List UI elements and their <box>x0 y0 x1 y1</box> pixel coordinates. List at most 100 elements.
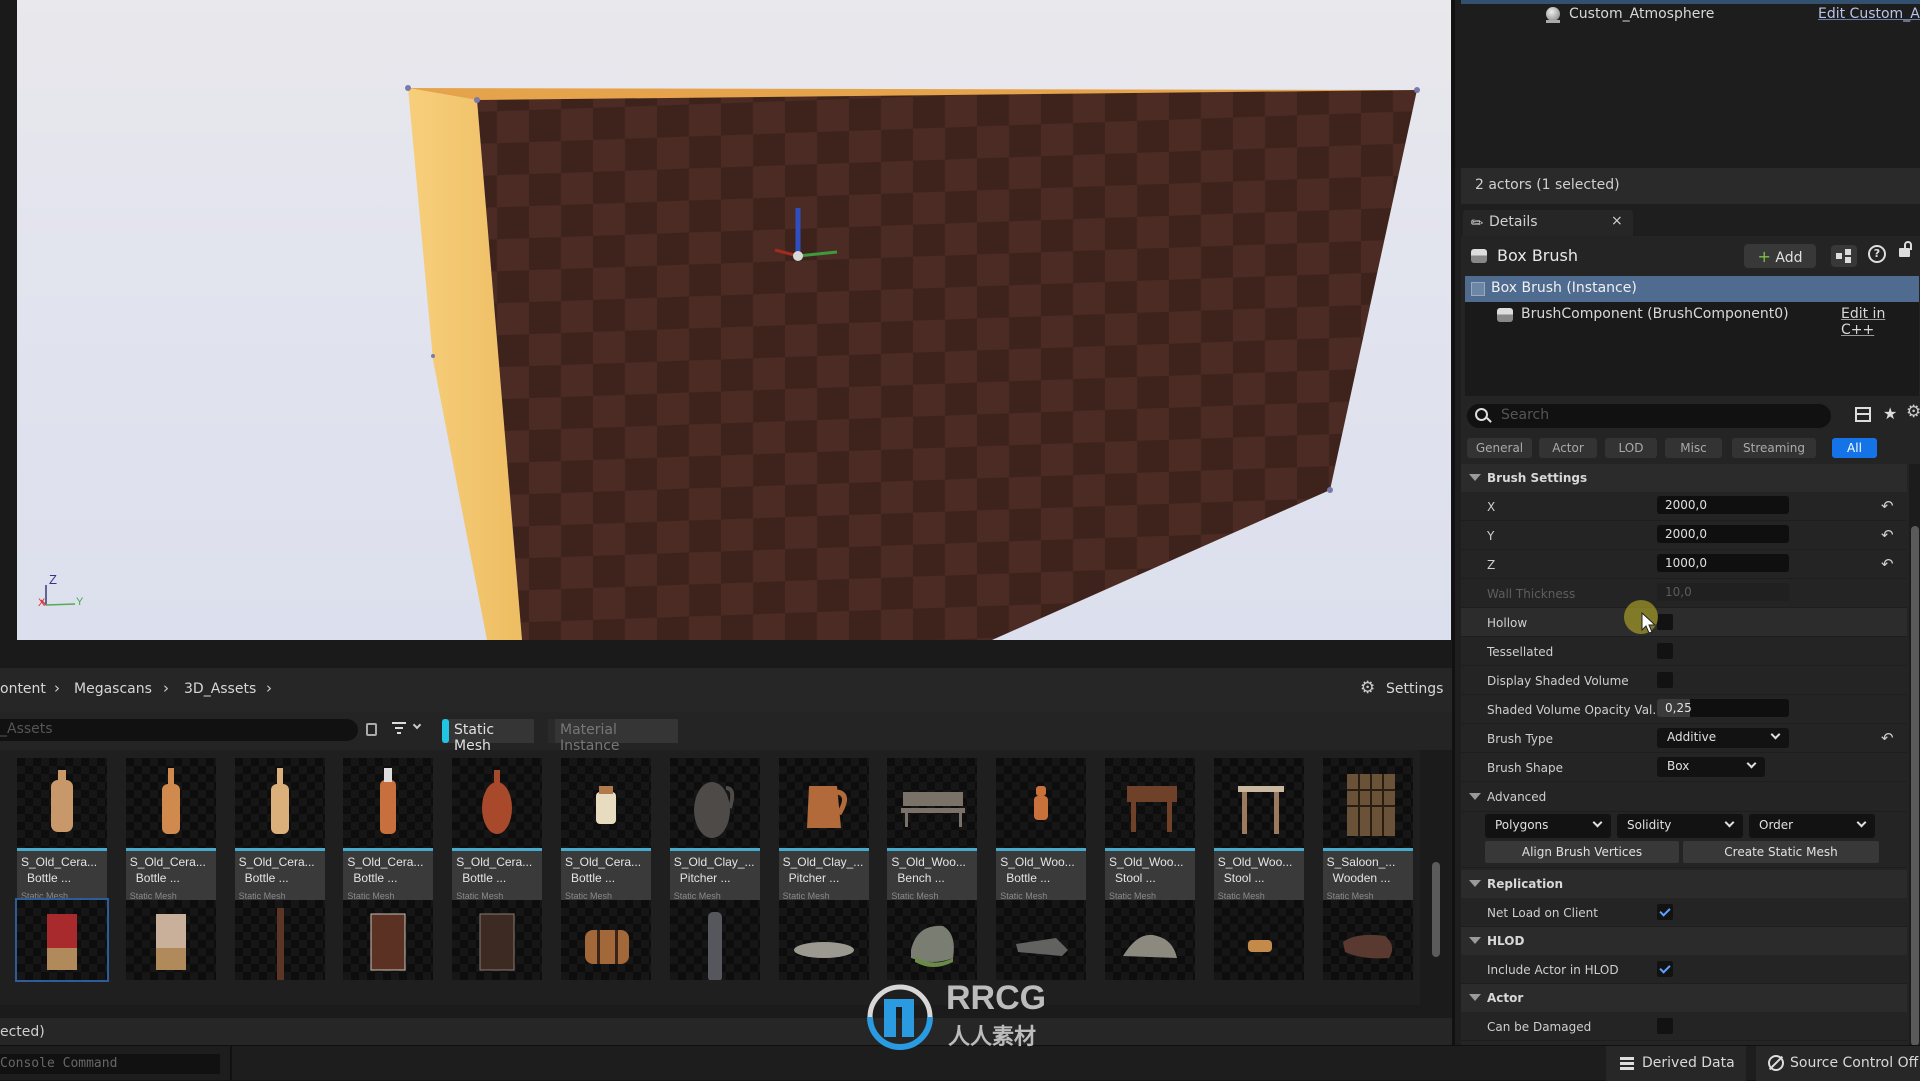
settings-gear-icon[interactable]: ⚙ <box>1906 402 1920 422</box>
filter-tab-misc[interactable]: Misc <box>1665 438 1722 458</box>
chevron-down-icon[interactable] <box>412 720 422 730</box>
vertex-handle[interactable] <box>474 97 480 103</box>
filter-icon[interactable] <box>392 722 406 724</box>
asset-tile[interactable] <box>1322 900 1413 980</box>
filter-tab-lod[interactable]: LOD <box>1605 438 1657 458</box>
asset-tile[interactable]: S_Old_Woo... Stool ... Static Mesh <box>1213 758 1304 910</box>
help-icon[interactable]: ? <box>1868 245 1886 263</box>
reset-to-default-icon[interactable]: ↶ <box>1881 497 1894 515</box>
edit-in-cpp-link[interactable]: Edit in C++ <box>1841 306 1919 338</box>
advanced-header[interactable]: Advanced <box>1461 782 1907 812</box>
vertex-handle[interactable] <box>1327 487 1333 493</box>
vertex-handle[interactable] <box>431 354 435 358</box>
asset-grid-scrollbar[interactable] <box>1432 862 1440 957</box>
save-search-icon[interactable] <box>366 723 377 736</box>
tree-row-component[interactable]: BrushComponent (BrushComponent0) Edit in… <box>1465 302 1919 338</box>
solidity-dropdown[interactable]: Solidity <box>1617 814 1743 838</box>
wall-front-face[interactable] <box>477 90 1417 640</box>
blueprint-button[interactable] <box>1831 245 1857 267</box>
category-hlod[interactable]: HLOD <box>1461 927 1907 955</box>
net-load-checkbox[interactable] <box>1657 904 1673 920</box>
tree-row-instance[interactable]: Box Brush (Instance) <box>1465 276 1919 302</box>
source-control-button[interactable]: Source Control Off <box>1756 1046 1920 1081</box>
settings-gear-icon[interactable]: ⚙ <box>1360 678 1375 698</box>
chevron-right-icon[interactable]: › <box>163 679 169 697</box>
asset-tile[interactable]: S_Old_Cera... Bottle ... Static Mesh <box>17 758 107 910</box>
reset-to-default-icon[interactable]: ↶ <box>1881 729 1894 747</box>
display-shaded-volume-checkbox[interactable] <box>1657 672 1673 688</box>
asset-tile[interactable] <box>15 898 109 982</box>
asset-tile[interactable] <box>452 900 543 980</box>
breadcrumb-item-content[interactable]: ontent <box>0 681 46 697</box>
asset-tile[interactable] <box>125 900 216 980</box>
x-input[interactable]: 2000,0 <box>1657 496 1789 514</box>
breadcrumb-item-3d-assets[interactable]: 3D_Assets <box>184 681 256 697</box>
filter-tab-actor[interactable]: Actor <box>1539 438 1597 458</box>
asset-tile[interactable]: S_Old_Woo... Bottle ... Static Mesh <box>996 758 1087 910</box>
category-replication[interactable]: Replication <box>1461 870 1907 898</box>
tessellated-checkbox[interactable] <box>1657 643 1673 659</box>
filter-chip-static-mesh[interactable]: Static Mesh <box>442 719 534 754</box>
details-scrollbar[interactable] <box>1911 526 1919 1046</box>
asset-search-input[interactable]: _Assets <box>0 719 358 741</box>
favorites-star-icon[interactable]: ★ <box>1883 404 1897 423</box>
category-brush-settings[interactable]: Brush Settings <box>1461 464 1907 492</box>
asset-tile[interactable]: S_Old_Cera... Bottle ... Static Mesh <box>125 758 216 910</box>
chevron-right-icon[interactable]: › <box>54 679 60 697</box>
settings-button[interactable]: Settings <box>1386 681 1443 697</box>
details-search-input[interactable]: Search <box>1467 404 1831 428</box>
asset-tile[interactable]: S_Old_Clay_... Pitcher ... Static Mesh <box>669 758 760 910</box>
z-input[interactable]: 1000,0 <box>1657 554 1789 572</box>
filter-tab-streaming[interactable]: Streaming <box>1732 438 1816 458</box>
asset-tile[interactable] <box>234 900 325 980</box>
asset-tile[interactable]: S_Old_Woo... Stool ... Static Mesh <box>1105 758 1195 910</box>
filter-tab-all[interactable]: All <box>1832 438 1877 458</box>
derived-data-button[interactable]: Derived Data <box>1606 1046 1746 1081</box>
asset-tile[interactable] <box>996 900 1087 980</box>
asset-tile[interactable] <box>343 900 434 980</box>
polygons-dropdown[interactable]: Polygons <box>1485 814 1611 838</box>
y-input[interactable]: 2000,0 <box>1657 525 1789 543</box>
hollow-checkbox[interactable] <box>1657 614 1673 630</box>
axis-indicator <box>40 585 76 606</box>
asset-tile[interactable]: S_Old_Cera... Bottle ... Static Mesh <box>343 758 434 910</box>
opacity-slider[interactable]: 0,25 <box>1657 699 1789 717</box>
edit-atmosphere-link[interactable]: Edit Custom_Atm <box>1818 6 1920 22</box>
asset-tile[interactable]: S_Old_Cera... Bottle ... Static Mesh <box>452 758 543 910</box>
breadcrumb-item-megascans[interactable]: Megascans <box>74 681 152 697</box>
asset-tile[interactable] <box>669 900 760 980</box>
create-static-mesh-button[interactable]: Create Static Mesh <box>1683 841 1879 863</box>
tab-details[interactable]: ✎ Details × <box>1463 210 1633 236</box>
category-actor[interactable]: Actor <box>1461 984 1907 1012</box>
reset-to-default-icon[interactable]: ↶ <box>1881 526 1894 544</box>
close-icon[interactable]: × <box>1611 213 1623 229</box>
asset-tile[interactable] <box>778 900 869 980</box>
align-brush-vertices-button[interactable]: Align Brush Vertices <box>1485 841 1679 863</box>
reset-to-default-icon[interactable]: ↶ <box>1881 555 1894 573</box>
asset-thumbnail <box>1105 758 1195 848</box>
include-hlod-checkbox[interactable] <box>1657 961 1673 977</box>
can-be-damaged-checkbox[interactable] <box>1657 1018 1673 1034</box>
brush-type-dropdown[interactable]: Additive <box>1657 728 1789 748</box>
asset-tile[interactable] <box>887 900 978 980</box>
asset-tile[interactable] <box>1105 900 1195 980</box>
level-viewport[interactable]: Z X Y <box>17 0 1451 640</box>
order-dropdown[interactable]: Order <box>1749 814 1875 838</box>
asset-tile[interactable]: S_Old_Cera... Bottle ... Static Mesh <box>561 758 651 910</box>
filter-chip-material-instance[interactable]: Material Instance <box>548 719 678 754</box>
asset-tile[interactable]: S_Saloon_... Wooden ... Static Mesh <box>1322 758 1413 910</box>
asset-tile[interactable]: S_Old_Woo... Bench ... Static Mesh <box>887 758 978 910</box>
add-component-button[interactable]: + Add <box>1744 244 1816 268</box>
vertex-handle[interactable] <box>405 85 411 91</box>
vertex-handle[interactable] <box>1414 87 1420 93</box>
asset-tile[interactable]: S_Old_Cera... Bottle ... Static Mesh <box>234 758 325 910</box>
property-list: Brush Settings X 2000,0 ↶ Y 2000,0 ↶ Z 1… <box>1461 464 1907 1044</box>
asset-tile[interactable] <box>561 900 651 980</box>
asset-tile[interactable] <box>1213 900 1304 980</box>
console-command-input[interactable]: Console Command <box>0 1054 220 1074</box>
asset-tile[interactable]: S_Old_Clay_... Pitcher ... Static Mesh <box>778 758 869 910</box>
outliner-row[interactable]: Custom_Atmosphere Edit Custom_Atm <box>1455 4 1920 26</box>
brush-shape-dropdown[interactable]: Box <box>1657 757 1765 777</box>
filter-tab-general[interactable]: General <box>1467 438 1532 458</box>
chevron-right-icon[interactable]: › <box>266 679 272 697</box>
